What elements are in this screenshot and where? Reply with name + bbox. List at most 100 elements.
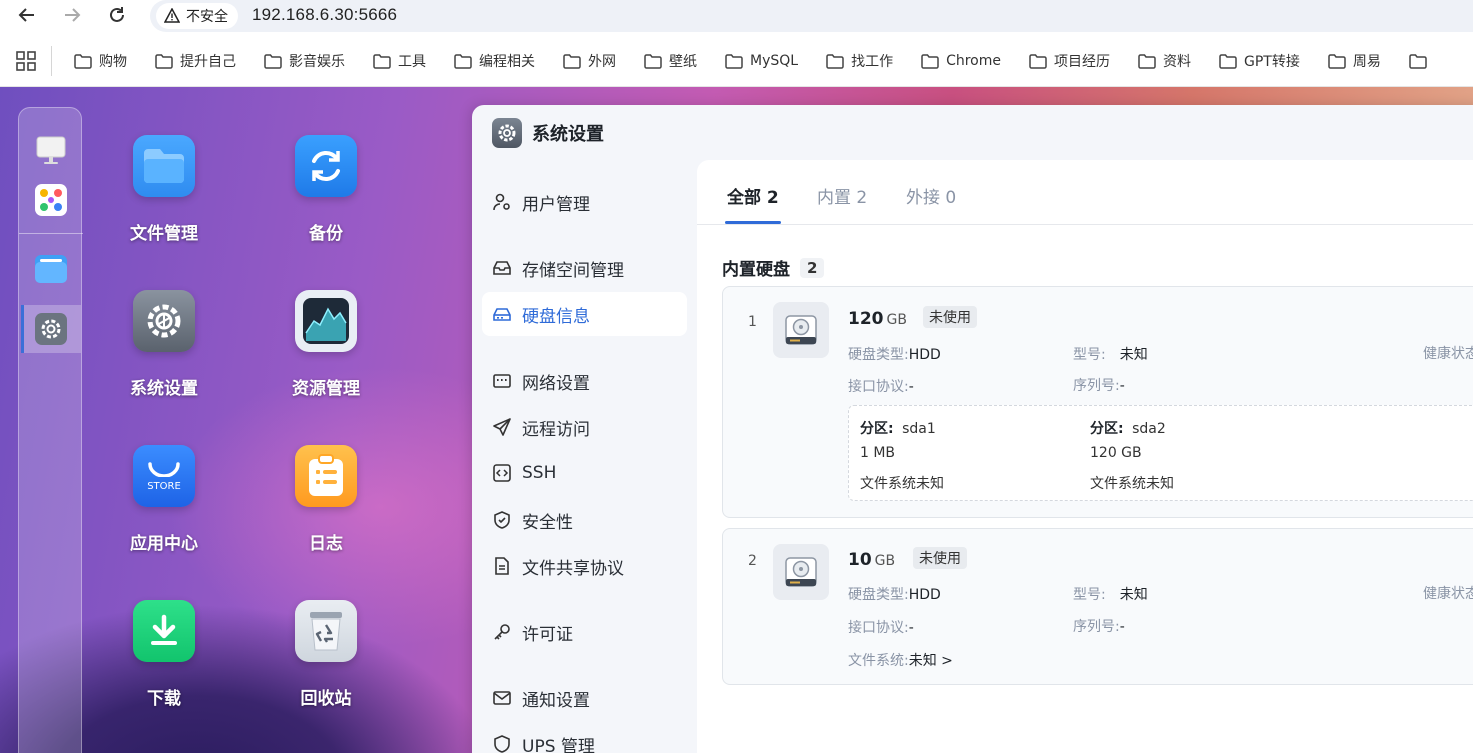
sidebar-item-label: 远程访问 [522, 419, 590, 440]
partition-size: 120 GB [1090, 445, 1142, 461]
bookmark-folder[interactable]: 项目经历 [1015, 46, 1124, 76]
dock-item-desktop[interactable] [35, 134, 67, 166]
folder-icon [644, 53, 662, 69]
reload-button[interactable] [105, 3, 129, 27]
bookmark-folder[interactable]: 找工作 [812, 46, 907, 76]
shield-icon [494, 511, 510, 529]
url-text[interactable]: 192.168.6.30:5666 [252, 5, 397, 25]
sidebar-item-network[interactable]: 网络设置 [482, 359, 687, 403]
sync-icon [295, 135, 357, 197]
apps-button[interactable] [0, 46, 52, 76]
security-chip[interactable]: 不安全 [156, 3, 238, 29]
tab-external[interactable]: 外接 0 [906, 183, 956, 208]
disk-serial: 序列号:- [1073, 619, 1125, 635]
bookmark-folder[interactable]: 工具 [359, 46, 440, 76]
monitor-icon [36, 136, 66, 164]
app-app-center[interactable]: STORE 应用中心 [99, 445, 229, 554]
document-icon [495, 557, 509, 575]
app-download[interactable]: 下载 [99, 600, 229, 709]
sidebar-item-users[interactable]: 用户管理 [482, 180, 687, 224]
partition-fs: 文件系统未知 [1090, 476, 1174, 492]
bookmark-label: 工具 [398, 54, 426, 70]
partition-fs: 文件系统未知 [860, 476, 944, 492]
bookmark-label: 提升自己 [180, 54, 236, 70]
folder-icon [35, 255, 67, 283]
disk-interface: 接口协议:- [848, 379, 914, 395]
sidebar-item-file-sharing[interactable]: 文件共享协议 [482, 544, 687, 588]
log-icon [295, 445, 357, 507]
dock-item-app-center[interactable] [35, 184, 67, 216]
bookmark-label: 项目经历 [1054, 54, 1110, 70]
bookmark-label: 找工作 [851, 54, 894, 70]
folder-icon [921, 53, 939, 69]
app-label: 日志 [309, 534, 343, 554]
bookmark-folder[interactable]: MySQL [711, 46, 812, 76]
forward-button[interactable] [60, 3, 84, 27]
partition-size: 1 MB [860, 445, 896, 461]
arrow-right-icon [65, 8, 81, 22]
ups-shield-icon [494, 735, 510, 753]
user-gear-icon [493, 193, 510, 211]
tab-internal[interactable]: 内置 2 [817, 183, 867, 208]
app-recycle-bin[interactable]: 回收站 [261, 600, 391, 709]
sidebar-item-disk-info[interactable]: 硬盘信息 [482, 292, 687, 336]
bookmark-folder[interactable]: GPT转接 [1205, 46, 1314, 76]
disk-icon [493, 308, 511, 321]
sidebar-item-ssh[interactable]: SSH [482, 451, 687, 495]
app-system-settings[interactable]: 系统设置 [99, 290, 229, 399]
bookmark-folder[interactable]: 资料 [1124, 46, 1205, 76]
sidebar-item-notifications[interactable]: 通知设置 [482, 676, 687, 720]
bookmark-folder[interactable]: Chrome [907, 46, 1015, 76]
sidebar-item-remote-access[interactable]: 远程访问 [482, 405, 687, 449]
status-badge: 未使用 [913, 547, 967, 569]
app-resource-manager[interactable]: 资源管理 [261, 290, 391, 399]
tab-all[interactable]: 全部 2 [727, 183, 779, 208]
folder-icon [826, 53, 844, 69]
disk-tabs: 全部 2 内置 2 外接 0 [697, 160, 1473, 225]
sidebar-item-license[interactable]: 许可证 [482, 610, 687, 654]
app-label: 资源管理 [292, 379, 360, 399]
folder-icon [725, 53, 743, 69]
address-bar[interactable]: 不安全 192.168.6.30:5666 [150, 0, 1473, 32]
bookmark-folder[interactable]: 周易 [1314, 46, 1395, 76]
disk-model: 型号: 未知 [1073, 587, 1148, 603]
app-backup[interactable]: 备份 [261, 135, 391, 244]
store-icon: STORE [133, 445, 195, 507]
dock [18, 107, 83, 753]
dock-divider [19, 233, 83, 234]
security-label: 不安全 [186, 9, 228, 25]
dock-item-settings[interactable] [35, 313, 67, 345]
bookmark-label: 编程相关 [479, 54, 535, 70]
settings-window: 系统设置 用户管理 存储空间管理 硬盘信息 网络设置 远程访问 SSH 安全性 … [472, 105, 1473, 753]
disk-serial: 序列号:- [1073, 378, 1125, 394]
recycle-icon [295, 600, 357, 662]
sidebar-item-ups[interactable]: UPS 管理 [482, 722, 687, 753]
sidebar-item-security[interactable]: 安全性 [482, 498, 687, 542]
app-logs[interactable]: 日志 [261, 445, 391, 554]
bookmark-folder[interactable]: 外网 [549, 46, 630, 76]
bookmark-folder[interactable] [1395, 46, 1448, 76]
bookmark-folder[interactable]: 提升自己 [141, 46, 250, 76]
partition-name: 分区: sda1 [860, 421, 936, 437]
activity-chart-icon [295, 290, 357, 352]
back-button[interactable] [15, 3, 39, 27]
network-icon [493, 374, 511, 388]
bookmark-label: 购物 [99, 54, 127, 70]
window-title-text: 系统设置 [532, 124, 604, 145]
bookmark-folder[interactable]: 编程相关 [440, 46, 549, 76]
folder-icon [1219, 53, 1237, 69]
bookmark-label: GPT转接 [1244, 54, 1300, 70]
colorful-apps-icon [35, 184, 67, 216]
mail-icon [493, 691, 511, 705]
bookmark-folder[interactable]: 购物 [60, 46, 141, 76]
app-label: 下载 [147, 689, 181, 709]
bookmark-folder[interactable]: 影音娱乐 [250, 46, 359, 76]
disk-filesystem[interactable]: 文件系统:未知 > [848, 650, 953, 670]
dock-item-files[interactable] [35, 253, 67, 285]
folder-icon [1138, 53, 1156, 69]
bookmark-label: 壁纸 [669, 54, 697, 70]
gear-icon [492, 118, 522, 148]
bookmark-folder[interactable]: 壁纸 [630, 46, 711, 76]
sidebar-item-storage[interactable]: 存储空间管理 [482, 246, 687, 290]
app-file-manager[interactable]: 文件管理 [99, 135, 229, 244]
